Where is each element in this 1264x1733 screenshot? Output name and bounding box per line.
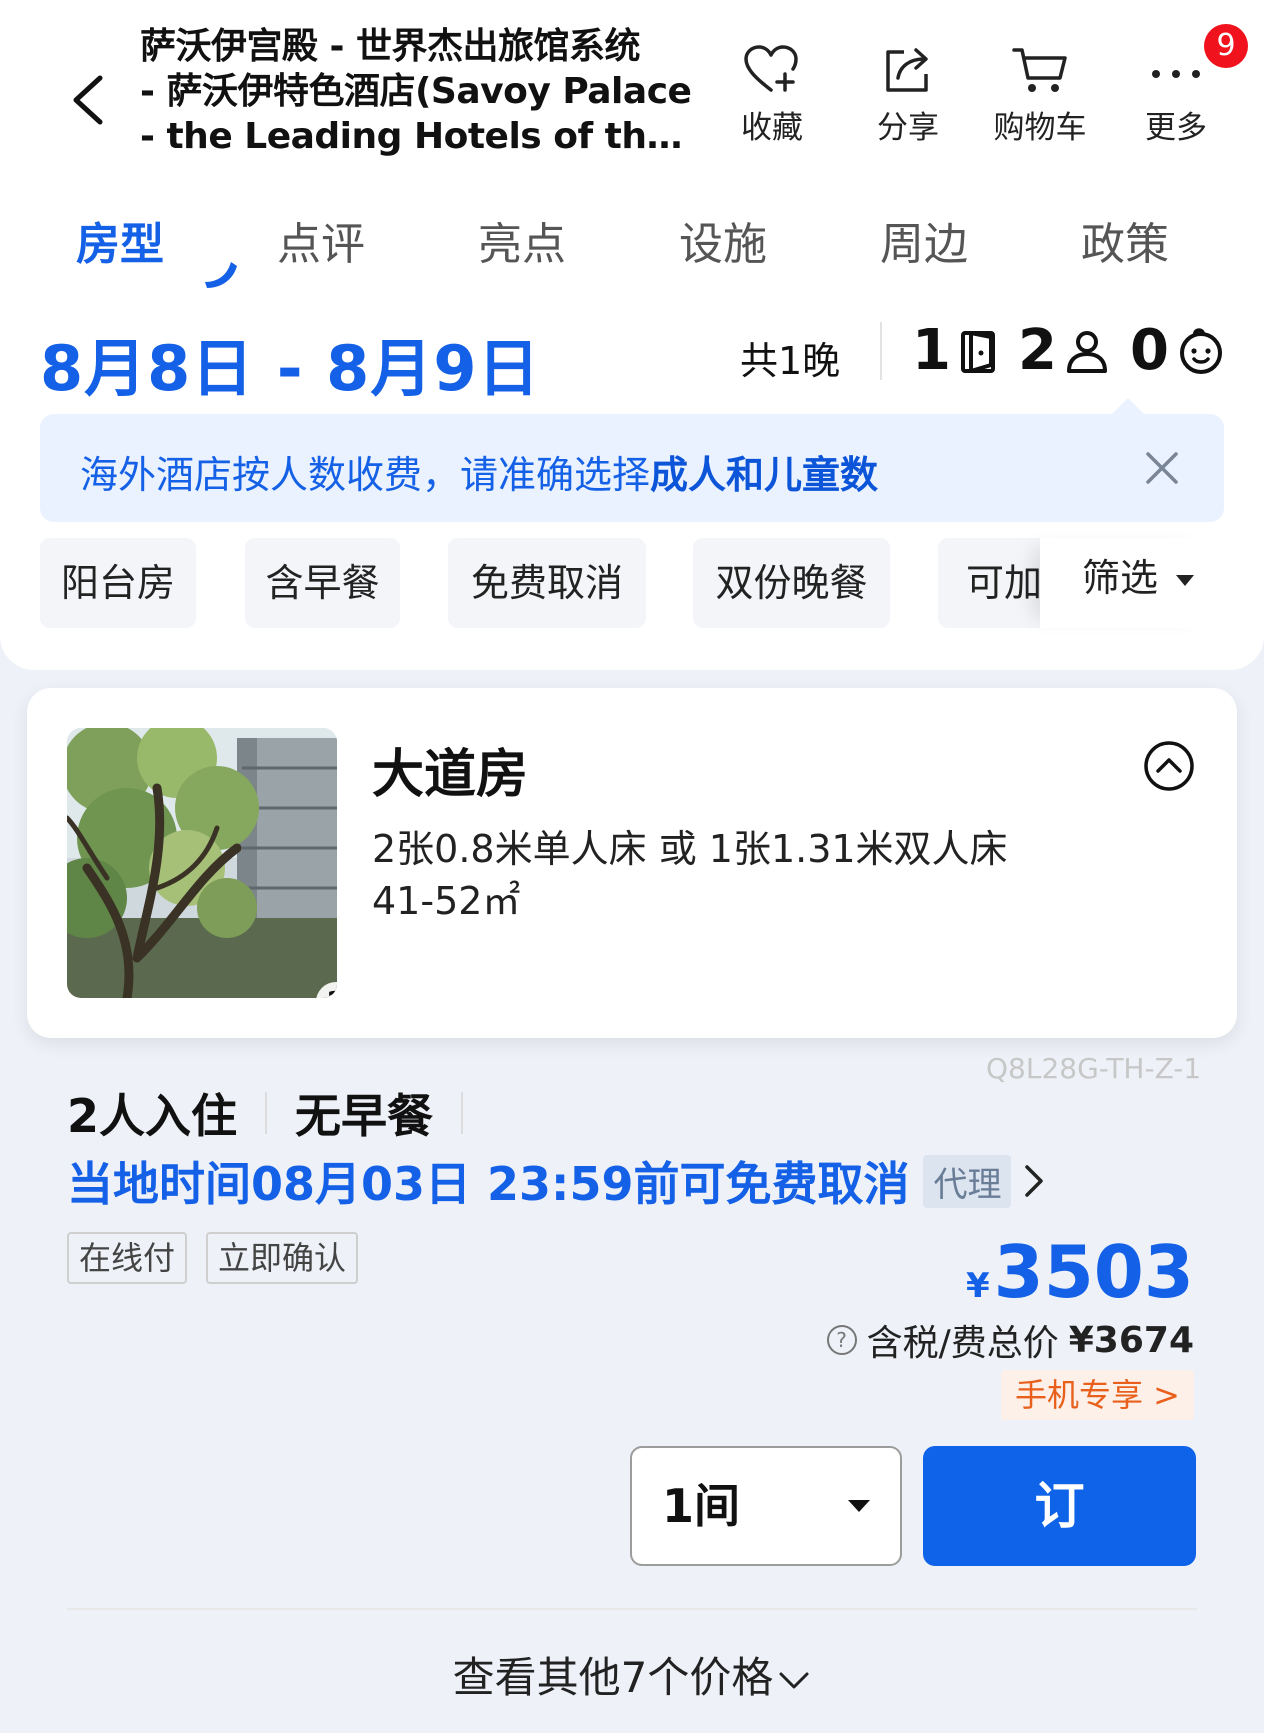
cart-label: 购物车 xyxy=(993,110,1087,146)
book-button[interactable]: 订 xyxy=(923,1446,1196,1566)
caret-down-icon xyxy=(848,1500,870,1512)
close-icon[interactable] xyxy=(1142,448,1182,488)
rooms-selector[interactable]: 1 xyxy=(912,318,1005,383)
child-icon xyxy=(1179,327,1222,374)
door-icon xyxy=(960,330,995,373)
section-tabs: 房型 点评 亮点 设施 周边 政策 xyxy=(40,208,1230,288)
adults-count: 2 xyxy=(1018,318,1057,383)
share-icon xyxy=(886,48,928,92)
filter-dropdown[interactable]: 筛选 xyxy=(1040,538,1220,628)
more-label: 更多 xyxy=(1145,110,1207,146)
notice-text: 海外酒店按人数收费，请准确选择成人和儿童数 xyxy=(80,444,878,499)
caret-down-icon xyxy=(1176,575,1195,586)
room-photo-image xyxy=(67,728,337,998)
adult-icon xyxy=(1066,330,1107,373)
tab-facilities[interactable]: 设施 xyxy=(643,208,803,272)
back-arrow-icon[interactable] xyxy=(68,72,108,128)
tab-policies[interactable]: 政策 xyxy=(1045,208,1205,272)
filter-chip[interactable]: 可加 xyxy=(938,538,1040,628)
heart-plus-icon xyxy=(744,45,798,92)
more-icon xyxy=(1152,70,1200,78)
more-prices-label: 查看其他7个价格 xyxy=(452,1653,774,1702)
occupancy-label: 2人入住 xyxy=(67,1089,238,1143)
adults-selector[interactable]: 2 xyxy=(1018,318,1111,383)
tab-room-types[interactable]: 房型 xyxy=(40,208,200,272)
tab-nearby[interactable]: 周边 xyxy=(844,208,1004,272)
notice-message: 海外酒店按人数收费，请准确选择 xyxy=(80,453,651,497)
filter-chip[interactable]: 阳台房 xyxy=(40,538,196,628)
favorite-button[interactable]: 收藏 xyxy=(717,44,827,147)
room-name: 大道房 xyxy=(372,745,529,805)
help-icon[interactable]: ? xyxy=(826,1325,857,1355)
cart-button[interactable]: 购物车 xyxy=(985,44,1095,147)
total-price[interactable]: ? 含税/费总价 ¥3674 xyxy=(826,1314,1194,1366)
hotel-title-line: 萨沃伊宫殿 - 世界杰出旅馆系统 xyxy=(140,26,641,67)
hotel-title: 萨沃伊宫殿 - 世界杰出旅馆系统 - 萨沃伊特色酒店(Savoy Palace … xyxy=(140,24,700,159)
payment-tag: 在线付 xyxy=(67,1232,188,1284)
collapse-chevron-icon[interactable] xyxy=(1143,740,1195,792)
notification-badge: 9 xyxy=(1204,24,1248,68)
notice-emphasis: 成人和儿童数 xyxy=(650,453,879,497)
room-area: 41-52㎡ xyxy=(372,879,521,923)
filter-label: 筛选 xyxy=(1082,556,1159,600)
meal-label: 无早餐 xyxy=(295,1089,434,1143)
divider xyxy=(461,1092,464,1134)
header-panel: 萨沃伊宫殿 - 世界杰出旅馆系统 - 萨沃伊特色酒店(Savoy Palace … xyxy=(0,0,1264,670)
hotel-title-line: - the Leading Hotels of the Wo... xyxy=(140,116,700,157)
children-selector[interactable]: 0 xyxy=(1130,318,1227,383)
currency-symbol: ¥ xyxy=(965,1266,990,1306)
divider xyxy=(880,322,882,380)
cart-icon xyxy=(1012,48,1067,92)
tab-highlights[interactable]: 亮点 xyxy=(442,208,602,272)
more-prices-link[interactable]: 查看其他7个价格 xyxy=(0,1644,1264,1705)
room-quantity-value: 1间 xyxy=(662,1479,741,1533)
confirm-tag: 立即确认 xyxy=(206,1232,359,1284)
tab-reviews[interactable]: 点评 xyxy=(241,208,401,272)
total-price-label: 含税/费总价 xyxy=(866,1323,1059,1364)
filter-chips: 阳台房 含早餐 免费取消 双份晚餐 可加 xyxy=(40,538,1040,630)
agent-badge: 代理 xyxy=(923,1154,1012,1208)
filter-chip[interactable]: 含早餐 xyxy=(245,538,400,628)
filter-chip[interactable]: 双份晚餐 xyxy=(693,538,890,628)
rate-code: Q8L28G-TH-Z-1 xyxy=(986,1052,1202,1085)
room-card[interactable]: 2 大道房 2张0.8米单人床 或 1张1.31米双人床 41-52㎡ xyxy=(27,688,1237,1038)
date-range[interactable]: 8月8日 - 8月9日 xyxy=(40,318,540,408)
nights-count: 共1晚 xyxy=(740,339,841,383)
room-photo[interactable]: 2 xyxy=(67,728,337,998)
hotel-title-line: - 萨沃伊特色酒店(Savoy Palace xyxy=(140,71,692,112)
room-beds: 2张0.8米单人床 或 1张1.31米双人床 xyxy=(372,827,1008,871)
share-label: 分享 xyxy=(877,110,939,146)
active-tab-indicator xyxy=(205,262,237,288)
children-count: 0 xyxy=(1130,318,1169,383)
notice-banner: 海外酒店按人数收费，请准确选择成人和儿童数 xyxy=(40,414,1224,522)
rate-summary: 2人入住 无早餐 xyxy=(67,1080,491,1146)
room-quantity-select[interactable]: 1间 xyxy=(630,1446,902,1566)
filter-chip[interactable]: 免费取消 xyxy=(448,538,646,628)
rooms-count: 1 xyxy=(912,318,951,383)
mobile-exclusive-tag[interactable]: 手机专享 > xyxy=(1001,1370,1194,1420)
divider xyxy=(265,1092,268,1134)
cancel-policy-text: 当地时间08月03日 23:59前可免费取消 xyxy=(67,1157,910,1211)
favorite-label: 收藏 xyxy=(741,110,803,146)
total-price-value: ¥3674 xyxy=(1068,1319,1194,1361)
room-price: ¥3503 xyxy=(966,1232,1194,1326)
chevron-down-icon xyxy=(779,1672,809,1688)
price-value: 3503 xyxy=(993,1230,1194,1314)
divider xyxy=(67,1608,1197,1610)
cancel-policy[interactable]: 当地时间08月03日 23:59前可免费取消 代理 xyxy=(67,1148,1047,1214)
share-button[interactable]: 分享 xyxy=(853,44,963,147)
chevron-right-icon xyxy=(1025,1165,1044,1197)
